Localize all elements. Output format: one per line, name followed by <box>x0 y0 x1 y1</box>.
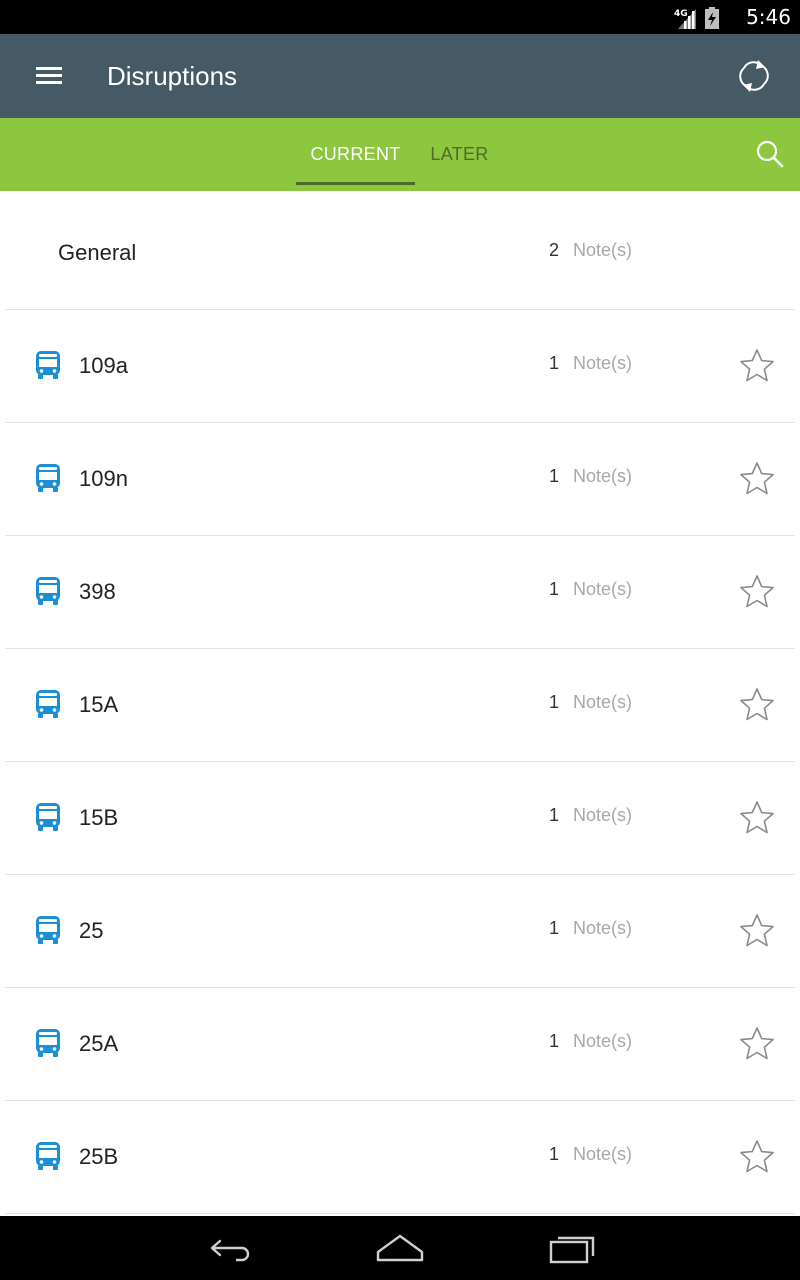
note-count: 1 <box>549 918 560 938</box>
note-count: 1 <box>549 353 560 373</box>
list-item-route[interactable]: 25 1 Note(s) <box>5 875 795 988</box>
route-name: 25 <box>79 918 104 943</box>
route-name: 15A <box>79 692 119 717</box>
network-type-label: 4G <box>674 9 688 19</box>
route-name: 25A <box>79 1031 119 1056</box>
note-count: 2 <box>549 240 560 260</box>
bus-icon <box>36 690 60 718</box>
list-item-route[interactable]: 25B 1 Note(s) <box>5 1101 795 1214</box>
note-label: Note(s) <box>573 579 633 599</box>
refresh-icon[interactable] <box>734 54 774 98</box>
note-count: 1 <box>549 1144 560 1164</box>
menu-icon[interactable] <box>30 60 68 92</box>
note-label: Note(s) <box>573 692 633 712</box>
tab-indicator <box>296 182 415 185</box>
clock: 5:46 <box>746 5 791 29</box>
note-count: 1 <box>549 466 560 486</box>
note-count: 1 <box>549 1031 560 1051</box>
home-icon[interactable] <box>374 1230 426 1266</box>
system-nav-bar <box>0 1216 800 1280</box>
general-title: General <box>58 240 137 265</box>
route-name: 109a <box>79 353 128 378</box>
star-icon[interactable] <box>739 687 775 723</box>
bus-icon <box>36 351 60 379</box>
note-label: Note(s) <box>573 1144 633 1164</box>
tab-bar: CURRENT LATER <box>0 118 800 191</box>
star-icon[interactable] <box>739 1026 775 1062</box>
list-item-route[interactable]: 15A 1 Note(s) <box>5 649 795 762</box>
route-name: 25B <box>79 1144 119 1169</box>
signal-icon: 4G <box>674 9 696 29</box>
list-item-route[interactable]: 109a 1 Note(s) <box>5 310 795 423</box>
route-name: 398 <box>79 579 116 604</box>
list-item-route[interactable]: 398 1 Note(s) <box>5 536 795 649</box>
search-icon[interactable] <box>754 138 786 170</box>
note-count: 1 <box>549 805 560 825</box>
list-item-route[interactable]: 25A 1 Note(s) <box>5 988 795 1101</box>
bus-icon <box>36 577 60 605</box>
bus-icon <box>36 1029 60 1057</box>
note-label: Note(s) <box>573 466 633 486</box>
bus-icon <box>36 803 60 831</box>
battery-icon <box>705 7 719 29</box>
bus-icon <box>36 916 60 944</box>
note-label: Note(s) <box>573 918 633 938</box>
note-label: Note(s) <box>573 1031 633 1051</box>
note-count: 1 <box>549 692 560 712</box>
star-icon[interactable] <box>739 1139 775 1175</box>
list-item-route[interactable]: 15B 1 Note(s) <box>5 762 795 875</box>
back-icon[interactable] <box>206 1230 254 1266</box>
note-label: Note(s) <box>573 353 633 373</box>
app-bar: Disruptions <box>0 34 800 118</box>
status-icons: 4G <box>674 5 720 29</box>
list-item-route[interactable]: 109n 1 Note(s) <box>5 423 795 536</box>
note-count: 1 <box>549 579 560 599</box>
route-name: 15B <box>79 805 119 830</box>
star-icon[interactable] <box>739 800 775 836</box>
star-icon[interactable] <box>739 574 775 610</box>
bus-icon <box>36 1142 60 1170</box>
list-item-general[interactable]: General 2 Note(s) <box>5 191 795 310</box>
note-label: Note(s) <box>573 240 633 260</box>
note-label: Note(s) <box>573 805 633 825</box>
star-icon[interactable] <box>739 461 775 497</box>
bus-icon <box>36 464 60 492</box>
status-bar: 4G 5:46 <box>0 0 800 34</box>
tab-later[interactable]: LATER <box>422 118 497 191</box>
star-icon[interactable] <box>739 913 775 949</box>
star-icon[interactable] <box>739 348 775 384</box>
recent-apps-icon[interactable] <box>548 1230 596 1266</box>
tab-current[interactable]: CURRENT <box>296 118 415 191</box>
route-name: 109n <box>79 466 128 491</box>
page-title: Disruptions <box>107 61 238 91</box>
